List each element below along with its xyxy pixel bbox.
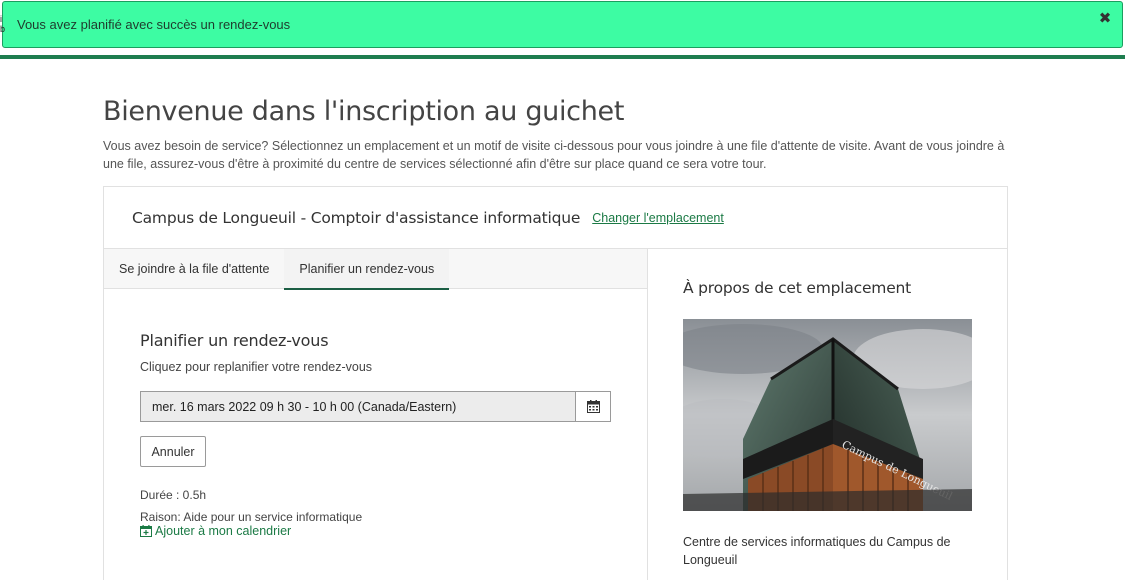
tab-bar: Se joindre à la file d'attente Planifier…: [104, 249, 647, 290]
cancel-button[interactable]: Annuler: [140, 436, 206, 467]
calendar-icon: [586, 400, 600, 413]
change-location-link[interactable]: Changer l'emplacement: [592, 211, 724, 225]
schedule-subtitle: Cliquez pour replanifier votre rendez-vo…: [140, 360, 373, 374]
edge-mark: i: [0, 14, 2, 24]
appointment-panel: Se joindre à la file d'attente Planifier…: [104, 249, 647, 580]
alert-message: Vous avez planifié avec succès un rendez…: [17, 17, 291, 32]
location-header: Campus de Longueuil - Comptoir d'assista…: [104, 187, 1007, 249]
schedule-section: Planifier un rendez-vous Cliquez pour re…: [140, 331, 620, 538]
calendar-plus-icon: [140, 525, 152, 537]
edge-marks: i b: [0, 14, 5, 34]
schedule-title: Planifier un rendez-vous: [140, 331, 329, 350]
appointment-date-value[interactable]: mer. 16 mars 2022 09 h 30 - 10 h 00 (Can…: [141, 392, 575, 421]
tab-schedule-appointment[interactable]: Planifier un rendez-vous: [284, 249, 450, 290]
intro-text: Vous avez besoin de service? Sélectionne…: [103, 139, 1005, 171]
close-icon[interactable]: ✖: [1098, 10, 1112, 27]
header-divider: [0, 55, 1125, 59]
add-to-calendar-label[interactable]: Ajouter à mon calendrier: [155, 524, 291, 538]
location-name: Campus de Longueuil - Comptoir d'assista…: [132, 208, 581, 227]
date-picker-button[interactable]: [575, 392, 610, 421]
page-title: Bienvenue dans l'inscription au guichet: [103, 96, 625, 127]
location-card: Campus de Longueuil - Comptoir d'assista…: [103, 186, 1008, 580]
about-location-title: À propos de cet emplacement: [683, 279, 912, 297]
tab-join-queue[interactable]: Se joindre à la file d'attente: [104, 249, 284, 289]
appointment-date-field[interactable]: mer. 16 mars 2022 09 h 30 - 10 h 00 (Can…: [140, 391, 611, 422]
appointment-details: Durée : 0.5h Raison: Aide pour un servic…: [140, 484, 620, 528]
add-to-calendar-link[interactable]: Ajouter à mon calendrier: [140, 524, 620, 538]
location-caption: Centre de services informatiques du Camp…: [683, 535, 951, 567]
duration-text: Durée : 0.5h: [140, 488, 207, 502]
location-photo: Campus de Longueuil: [683, 319, 972, 511]
location-info-panel: À propos de cet emplacement Campus de Lo…: [647, 249, 1008, 580]
edge-mark: b: [0, 24, 6, 34]
success-alert: Vous avez planifié avec succès un rendez…: [2, 1, 1123, 48]
